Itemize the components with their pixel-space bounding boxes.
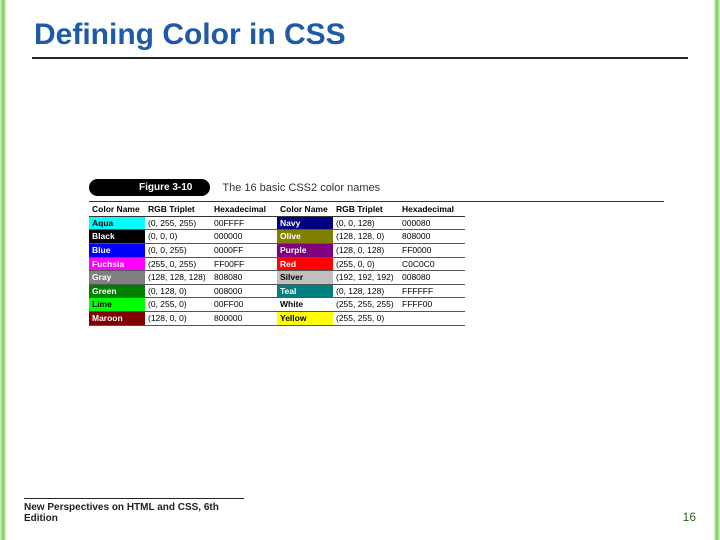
- color-rgb: (255, 0, 0): [333, 258, 399, 272]
- color-hex: [399, 312, 465, 326]
- color-hex: FF00FF: [211, 258, 277, 272]
- color-swatch: Black: [89, 230, 145, 244]
- figure-header: Figure 3-10 The 16 basic CSS2 color name…: [89, 179, 664, 196]
- color-swatch: Purple: [277, 244, 333, 258]
- color-rgb: (0, 128, 0): [145, 285, 211, 299]
- footer-page-number: 16: [683, 510, 696, 524]
- color-rgb: (192, 192, 192): [333, 271, 399, 285]
- color-rgb: (0, 255, 0): [145, 298, 211, 312]
- color-swatch: Teal: [277, 285, 333, 299]
- color-rgb: (128, 0, 0): [145, 312, 211, 326]
- color-swatch: Blue: [89, 244, 145, 258]
- color-hex: FFFF00: [399, 298, 465, 312]
- color-hex: 008000: [211, 285, 277, 299]
- color-swatch: Lime: [89, 298, 145, 312]
- color-rgb: (0, 0, 0): [145, 230, 211, 244]
- color-hex: 000000: [211, 230, 277, 244]
- color-hex: 000080: [399, 217, 465, 231]
- color-hex: 00FF00: [211, 298, 277, 312]
- color-swatch: Olive: [277, 230, 333, 244]
- color-swatch: White: [277, 298, 333, 312]
- color-swatch: Aqua: [89, 217, 145, 231]
- th-rgb: RGB Triplet: [145, 202, 211, 217]
- color-swatch: Yellow: [277, 312, 333, 326]
- title-underline: [32, 57, 688, 59]
- color-rgb: (255, 0, 255): [145, 258, 211, 272]
- color-table: Color NameRGB TripletHexadecimalColor Na…: [89, 201, 664, 326]
- th-color-name: Color Name: [89, 202, 145, 217]
- slide-footer: New Perspectives on HTML and CSS, 6th Ed…: [24, 498, 696, 524]
- color-hex: 808080: [211, 271, 277, 285]
- color-hex: 00FFFF: [211, 217, 277, 231]
- color-hex: 800000: [211, 312, 277, 326]
- th-hex-2: Hexadecimal: [399, 202, 465, 217]
- color-rgb: (128, 128, 0): [333, 230, 399, 244]
- color-hex: 808000: [399, 230, 465, 244]
- color-swatch: Green: [89, 285, 145, 299]
- th-color-name-2: Color Name: [277, 202, 333, 217]
- color-rgb: (128, 128, 128): [145, 271, 211, 285]
- color-hex: FF0000: [399, 244, 465, 258]
- color-rgb: (0, 128, 128): [333, 285, 399, 299]
- slide-title: Defining Color in CSS: [34, 18, 686, 51]
- th-hex: Hexadecimal: [211, 202, 277, 217]
- color-hex: 0000FF: [211, 244, 277, 258]
- color-swatch: Fuchsia: [89, 258, 145, 272]
- color-hex: 008080: [399, 271, 465, 285]
- color-hex: C0C0C0: [399, 258, 465, 272]
- footer-book-title: New Perspectives on HTML and CSS, 6th Ed…: [24, 498, 244, 524]
- figure-label: Figure 3-10: [89, 179, 210, 196]
- color-swatch: Maroon: [89, 312, 145, 326]
- color-rgb: (255, 255, 255): [333, 298, 399, 312]
- color-hex: FFFFFF: [399, 285, 465, 299]
- th-rgb-2: RGB Triplet: [333, 202, 399, 217]
- slide-body: Defining Color in CSS Figure 3-10 The 16…: [6, 0, 714, 540]
- color-rgb: (0, 0, 255): [145, 244, 211, 258]
- color-swatch: Silver: [277, 271, 333, 285]
- figure-caption: The 16 basic CSS2 color names: [222, 182, 380, 194]
- slide-edge-right: [714, 0, 720, 540]
- color-rgb: (128, 0, 128): [333, 244, 399, 258]
- color-rgb: (255, 255, 0): [333, 312, 399, 326]
- color-rgb: (0, 0, 128): [333, 217, 399, 231]
- figure: Figure 3-10 The 16 basic CSS2 color name…: [89, 179, 664, 326]
- color-swatch: Red: [277, 258, 333, 272]
- color-swatch: Navy: [277, 217, 333, 231]
- color-rgb: (0, 255, 255): [145, 217, 211, 231]
- color-swatch: Gray: [89, 271, 145, 285]
